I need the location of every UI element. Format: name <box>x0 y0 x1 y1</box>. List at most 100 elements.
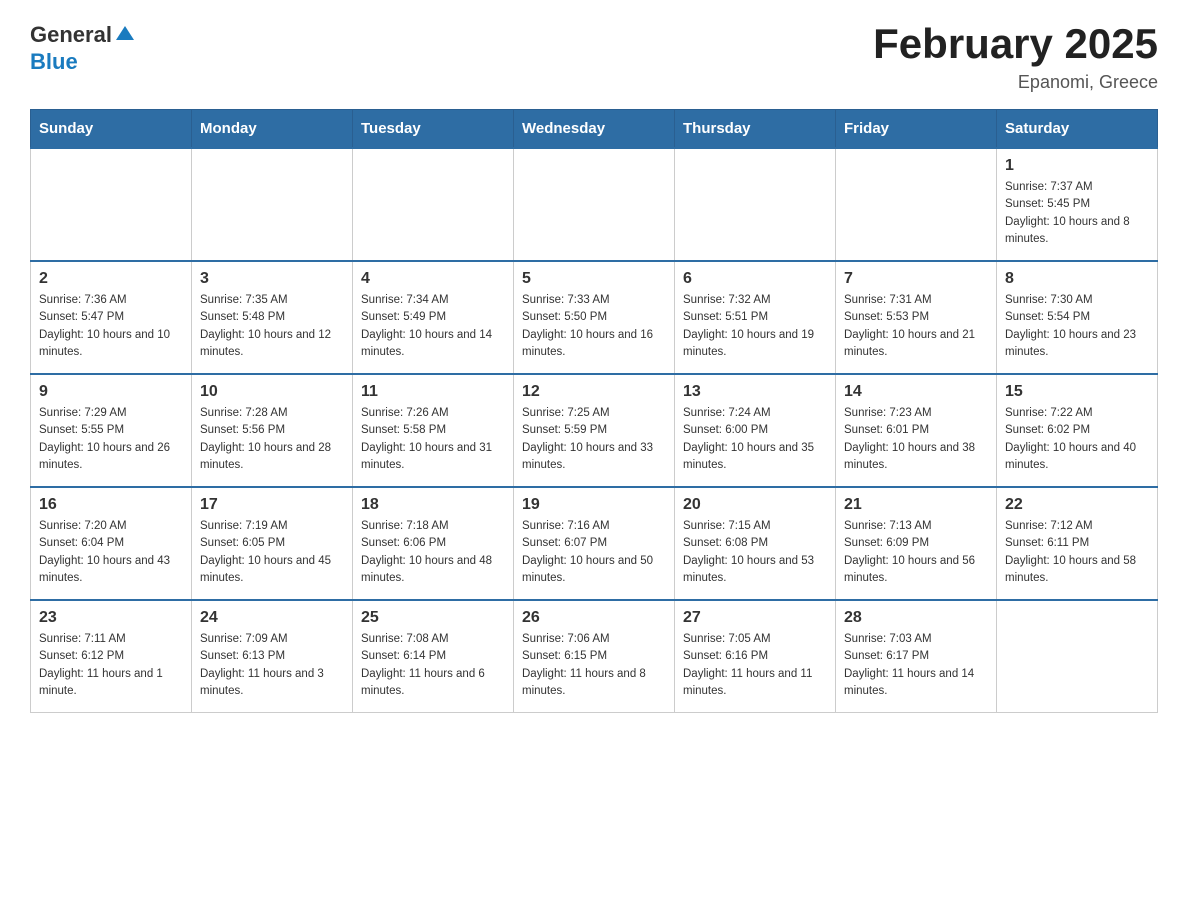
calendar-week-row: 1Sunrise: 7:37 AM Sunset: 5:45 PM Daylig… <box>31 148 1158 261</box>
day-info: Sunrise: 7:31 AM Sunset: 5:53 PM Dayligh… <box>844 292 988 361</box>
calendar-cell: 21 Sunrise: 7:13 AM Sunset: 6:09 PM Dayli… <box>836 487 997 600</box>
calendar-cell: 28 Sunrise: 7:03 AM Sunset: 6:17 PM Dayli… <box>836 600 997 713</box>
day-number: 20 <box>683 496 827 514</box>
calendar-cell: 16Sunrise: 7:20 AM Sunset: 6:04 PM Dayli… <box>31 487 192 600</box>
calendar-cell: 13Sunrise: 7:24 AM Sunset: 6:00 PM Dayli… <box>675 374 836 487</box>
day-info: Sunrise: 7:19 AM Sunset: 6:05 PM Dayligh… <box>200 518 344 587</box>
day-number: 8 <box>1005 270 1149 288</box>
day-number: 7 <box>844 270 988 288</box>
day-info: Sunrise: 7:11 AM Sunset: 6:12 PM Dayligh… <box>39 631 183 700</box>
day-number: 17 <box>200 496 344 514</box>
logo: General Blue <box>30 20 136 75</box>
calendar-cell: 8 Sunrise: 7:30 AM Sunset: 5:54 PM Daylig… <box>997 261 1158 374</box>
calendar-cell: 6Sunrise: 7:32 AM Sunset: 5:51 PM Daylig… <box>675 261 836 374</box>
day-of-week-header: Sunday <box>31 110 192 149</box>
day-info: Sunrise: 7:16 AM Sunset: 6:07 PM Dayligh… <box>522 518 666 587</box>
calendar-title: February 2025 <box>873 20 1158 68</box>
calendar-cell <box>997 600 1158 713</box>
day-number: 3 <box>200 270 344 288</box>
calendar-cell <box>353 148 514 261</box>
calendar-cell: 2 Sunrise: 7:36 AM Sunset: 5:47 PM Daylig… <box>31 261 192 374</box>
logo-general-text: General <box>30 22 112 48</box>
calendar-cell: 3 Sunrise: 7:35 AM Sunset: 5:48 PM Daylig… <box>192 261 353 374</box>
calendar-cell <box>836 148 997 261</box>
day-info: Sunrise: 7:34 AM Sunset: 5:49 PM Dayligh… <box>361 292 505 361</box>
calendar-cell: 25 Sunrise: 7:08 AM Sunset: 6:14 PM Dayli… <box>353 600 514 713</box>
day-number: 15 <box>1005 383 1149 401</box>
day-of-week-header: Friday <box>836 110 997 149</box>
calendar-cell: 23 Sunrise: 7:11 AM Sunset: 6:12 PM Dayli… <box>31 600 192 713</box>
day-number: 24 <box>200 609 344 627</box>
day-number: 21 <box>844 496 988 514</box>
calendar-cell: 7 Sunrise: 7:31 AM Sunset: 5:53 PM Daylig… <box>836 261 997 374</box>
calendar-cell <box>31 148 192 261</box>
day-number: 26 <box>522 609 666 627</box>
day-number: 13 <box>683 383 827 401</box>
day-info: Sunrise: 7:05 AM Sunset: 6:16 PM Dayligh… <box>683 631 827 700</box>
calendar-table: SundayMondayTuesdayWednesdayThursdayFrid… <box>30 109 1158 713</box>
day-number: 23 <box>39 609 183 627</box>
logo-blue-text: Blue <box>30 49 78 74</box>
calendar-cell: 11 Sunrise: 7:26 AM Sunset: 5:58 PM Dayli… <box>353 374 514 487</box>
calendar-header-row: SundayMondayTuesdayWednesdayThursdayFrid… <box>31 110 1158 149</box>
day-number: 4 <box>361 270 505 288</box>
calendar-cell: 19 Sunrise: 7:16 AM Sunset: 6:07 PM Dayli… <box>514 487 675 600</box>
logo-triangle-icon <box>114 22 136 44</box>
calendar-cell: 18 Sunrise: 7:18 AM Sunset: 6:06 PM Dayli… <box>353 487 514 600</box>
day-info: Sunrise: 7:37 AM Sunset: 5:45 PM Dayligh… <box>1005 179 1149 248</box>
calendar-cell: 10Sunrise: 7:28 AM Sunset: 5:56 PM Dayli… <box>192 374 353 487</box>
day-of-week-header: Wednesday <box>514 110 675 149</box>
calendar-cell: 12 Sunrise: 7:25 AM Sunset: 5:59 PM Dayli… <box>514 374 675 487</box>
calendar-cell: 15 Sunrise: 7:22 AM Sunset: 6:02 PM Dayli… <box>997 374 1158 487</box>
day-info: Sunrise: 7:13 AM Sunset: 6:09 PM Dayligh… <box>844 518 988 587</box>
day-info: Sunrise: 7:03 AM Sunset: 6:17 PM Dayligh… <box>844 631 988 700</box>
day-info: Sunrise: 7:25 AM Sunset: 5:59 PM Dayligh… <box>522 405 666 474</box>
calendar-cell: 24 Sunrise: 7:09 AM Sunset: 6:13 PM Dayli… <box>192 600 353 713</box>
calendar-cell: 27 Sunrise: 7:05 AM Sunset: 6:16 PM Dayli… <box>675 600 836 713</box>
day-of-week-header: Thursday <box>675 110 836 149</box>
day-of-week-header: Tuesday <box>353 110 514 149</box>
day-info: Sunrise: 7:22 AM Sunset: 6:02 PM Dayligh… <box>1005 405 1149 474</box>
calendar-week-row: 16Sunrise: 7:20 AM Sunset: 6:04 PM Dayli… <box>31 487 1158 600</box>
day-info: Sunrise: 7:06 AM Sunset: 6:15 PM Dayligh… <box>522 631 666 700</box>
day-info: Sunrise: 7:26 AM Sunset: 5:58 PM Dayligh… <box>361 405 505 474</box>
day-of-week-header: Monday <box>192 110 353 149</box>
calendar-cell: 14Sunrise: 7:23 AM Sunset: 6:01 PM Dayli… <box>836 374 997 487</box>
day-info: Sunrise: 7:35 AM Sunset: 5:48 PM Dayligh… <box>200 292 344 361</box>
day-info: Sunrise: 7:23 AM Sunset: 6:01 PM Dayligh… <box>844 405 988 474</box>
day-number: 19 <box>522 496 666 514</box>
day-info: Sunrise: 7:29 AM Sunset: 5:55 PM Dayligh… <box>39 405 183 474</box>
calendar-week-row: 23 Sunrise: 7:11 AM Sunset: 6:12 PM Dayli… <box>31 600 1158 713</box>
title-section: February 2025 Epanomi, Greece <box>873 20 1158 93</box>
calendar-week-row: 2 Sunrise: 7:36 AM Sunset: 5:47 PM Daylig… <box>31 261 1158 374</box>
calendar-cell: 22 Sunrise: 7:12 AM Sunset: 6:11 PM Dayli… <box>997 487 1158 600</box>
day-number: 27 <box>683 609 827 627</box>
day-info: Sunrise: 7:33 AM Sunset: 5:50 PM Dayligh… <box>522 292 666 361</box>
day-number: 5 <box>522 270 666 288</box>
calendar-cell <box>675 148 836 261</box>
day-number: 22 <box>1005 496 1149 514</box>
calendar-cell: 5 Sunrise: 7:33 AM Sunset: 5:50 PM Daylig… <box>514 261 675 374</box>
calendar-cell: 26 Sunrise: 7:06 AM Sunset: 6:15 PM Dayli… <box>514 600 675 713</box>
day-number: 11 <box>361 383 505 401</box>
day-number: 28 <box>844 609 988 627</box>
day-of-week-header: Saturday <box>997 110 1158 149</box>
calendar-cell <box>192 148 353 261</box>
day-number: 12 <box>522 383 666 401</box>
day-info: Sunrise: 7:36 AM Sunset: 5:47 PM Dayligh… <box>39 292 183 361</box>
day-info: Sunrise: 7:30 AM Sunset: 5:54 PM Dayligh… <box>1005 292 1149 361</box>
day-number: 6 <box>683 270 827 288</box>
calendar-cell: 4 Sunrise: 7:34 AM Sunset: 5:49 PM Daylig… <box>353 261 514 374</box>
calendar-cell <box>514 148 675 261</box>
day-number: 10 <box>200 383 344 401</box>
day-number: 9 <box>39 383 183 401</box>
day-info: Sunrise: 7:12 AM Sunset: 6:11 PM Dayligh… <box>1005 518 1149 587</box>
day-info: Sunrise: 7:08 AM Sunset: 6:14 PM Dayligh… <box>361 631 505 700</box>
day-number: 25 <box>361 609 505 627</box>
day-number: 18 <box>361 496 505 514</box>
day-number: 2 <box>39 270 183 288</box>
day-info: Sunrise: 7:09 AM Sunset: 6:13 PM Dayligh… <box>200 631 344 700</box>
calendar-cell: 20Sunrise: 7:15 AM Sunset: 6:08 PM Dayli… <box>675 487 836 600</box>
calendar-cell: 17 Sunrise: 7:19 AM Sunset: 6:05 PM Dayli… <box>192 487 353 600</box>
day-info: Sunrise: 7:18 AM Sunset: 6:06 PM Dayligh… <box>361 518 505 587</box>
